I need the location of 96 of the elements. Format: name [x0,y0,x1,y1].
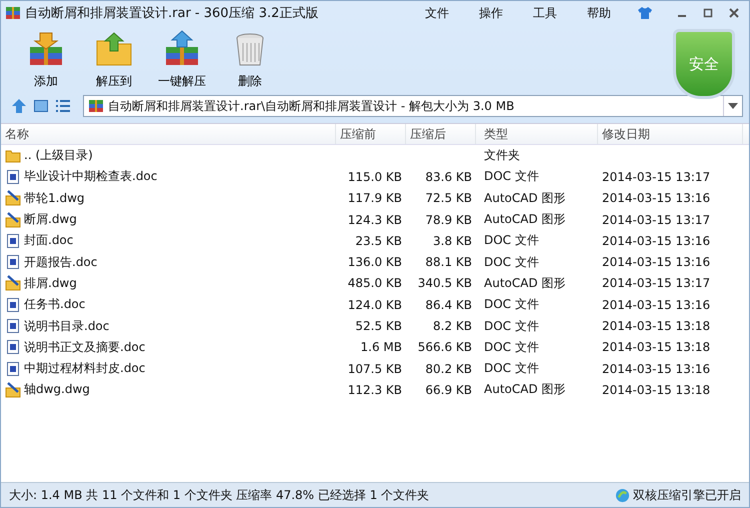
type-cell-text: DOC 文件 [483,296,540,314]
caret-icon[interactable] [728,103,738,109]
file-name-cell[interactable]: 说明书正文及摘要.doc [1,338,336,356]
document-icon [5,318,21,334]
menu-item[interactable]: 操作 [479,4,503,22]
file-name-cell[interactable]: .. (上级目录) [1,147,336,164]
date-cell-text: 2014-03-15 13:18 [601,382,712,397]
status-summary: 大小: 1.4 MB 共 11 个文件和 1 个文件夹 压缩率 47.8% 已经选择 1 个文件夹 [9,486,430,504]
column-header[interactable]: 压缩后 [406,124,476,144]
engine-status-text: 双核压缩引擎已开启 [633,486,741,504]
type-cell-text: DOC 文件 [483,254,540,271]
size-cell-text: 117.9 KB [346,191,403,206]
large-icons-view-icon[interactable] [33,98,49,114]
toolbar-button[interactable]: 添加 [13,28,79,90]
packed-size-cell-text: 83.6 KB [424,170,473,184]
toolbar-button[interactable]: 解压到 [81,28,147,90]
date-cell-text: 2014-03-15 13:16 [601,191,712,206]
size-cell-text: 124.0 KB [346,298,403,312]
file-name-cell[interactable]: 排屑.dwg [1,274,336,292]
document-icon [5,339,21,356]
date-cell-text: 2014-03-15 13:16 [601,298,712,312]
packed-size-cell-text: 3.8 KB [432,234,473,248]
file-name-cell[interactable]: 说明书目录.doc [1,318,336,335]
date-cell-text: 2014-03-15 13:18 [601,319,712,334]
document-icon [5,254,21,270]
file-name-cell[interactable]: 中期过程材料封皮.doc [1,360,336,378]
toolbar-button[interactable]: 一键解压 [149,28,215,90]
type-cell-text: DOC 文件 [483,168,540,186]
column-header[interactable]: 类型 [476,124,598,144]
type-cell-text: AutoCAD 图形 [483,381,567,398]
packed-size-cell-text: 88.1 KB [424,255,473,270]
close-icon[interactable] [729,8,739,18]
column-header[interactable]: 压缩前 [336,124,406,144]
column-header[interactable]: 名称 [1,124,336,144]
file-name-cell[interactable]: 任务书.doc [1,296,336,314]
type-cell-text: AutoCAD 图形 [483,190,567,207]
type-cell-text: DOC 文件 [483,318,540,335]
size-cell-text: 112.3 KB [346,382,403,397]
archive-icon [5,5,21,21]
size-cell-text: 52.5 KB [354,319,403,334]
packed-size-cell-text: 72.5 KB [424,191,473,206]
file-name-cell[interactable]: 封面.doc [1,232,336,250]
document-icon [5,232,21,249]
drawing-file-icon [5,382,21,398]
up-arrow-icon[interactable] [11,98,27,114]
toolbar-button[interactable]: 删除 [217,28,283,90]
menu-item[interactable]: 工具 [533,4,557,22]
date-cell-text: 2014-03-15 13:16 [601,255,712,270]
packed-size-cell-text: 340.5 KB [416,276,473,290]
packed-size-cell-text: 66.9 KB [424,382,473,397]
drawing-file-icon [5,275,21,292]
type-cell-text: DOC 文件 [483,232,540,250]
size-cell-text: 124.3 KB [346,212,403,227]
date-cell-text: 2014-03-15 13:17 [601,170,712,184]
drawing-file-icon [5,212,21,228]
address-field[interactable]: 自动断屑和排屑装置设计.rar\自动断屑和排屑装置设计 - 解包大小为 3.0 MB [83,95,743,117]
type-cell-text: AutoCAD 图形 [483,274,567,292]
file-name-cell[interactable]: 轴dwg.dwg [1,381,336,398]
document-icon [5,168,21,185]
size-cell-text: 115.0 KB [346,170,403,184]
window-title: 自动断屑和排屑装置设计.rar - 360压缩 3.2正式版 [25,5,318,22]
date-cell-text: 2014-03-15 13:18 [601,340,712,354]
size-cell-text: 136.0 KB [346,255,403,270]
shirt-icon[interactable] [637,5,653,21]
file-name-cell[interactable]: 毕业设计中期检查表.doc [1,168,336,186]
type-cell-text: AutoCAD 图形 [483,211,567,228]
menu-item[interactable]: 帮助 [587,4,611,22]
size-cell-text: 485.0 KB [346,276,403,290]
maximize-icon[interactable] [703,8,713,18]
date-cell-text: 2014-03-15 13:16 [601,234,712,248]
packed-size-cell-text: 78.9 KB [424,212,473,227]
date-cell-text: 2014-03-15 13:17 [601,276,712,290]
drawing-file-icon [5,190,21,206]
list-view-icon[interactable] [55,98,71,114]
swirl-logo-icon [615,488,630,502]
folder-icon [5,148,21,164]
document-icon [5,296,21,313]
file-name-cell[interactable]: 带轮1.dwg [1,190,336,207]
column-header[interactable]: 修改日期 [598,124,743,144]
date-cell-text: 2014-03-15 13:16 [601,362,712,376]
packed-size-cell-text: 86.4 KB [424,298,473,312]
size-cell-text: 1.6 MB [360,340,403,354]
file-name-cell[interactable]: 开题报告.doc [1,254,336,271]
size-cell-text: 107.5 KB [346,362,403,376]
packed-size-cell-text: 80.2 KB [424,362,473,376]
archive-icon [88,98,104,114]
document-icon [5,360,21,377]
type-cell-text: 文件夹 [483,147,521,164]
type-cell-text: DOC 文件 [483,338,540,356]
file-name-cell[interactable]: 断屑.dwg [1,211,336,228]
type-cell-text: DOC 文件 [483,360,540,378]
size-cell-text: 23.5 KB [354,234,403,248]
menu-item[interactable]: 文件 [425,4,449,22]
date-cell-text: 2014-03-15 13:17 [601,212,712,227]
packed-size-cell-text: 8.2 KB [432,319,473,334]
packed-size-cell-text: 566.6 KB [416,340,473,354]
